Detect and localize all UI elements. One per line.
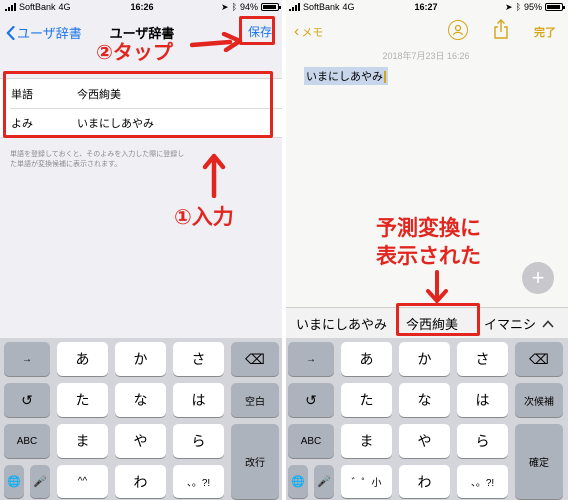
back-button-label: メモ (301, 27, 324, 39)
delete-key[interactable]: ⌫ (231, 342, 279, 376)
key-na[interactable]: な (115, 383, 166, 417)
word-label: 単語 (11, 88, 33, 101)
key-ha[interactable]: は (457, 383, 508, 417)
mic-key[interactable]: 🎤 (30, 465, 50, 498)
key-ra[interactable]: ら (457, 424, 508, 458)
key-emoticon[interactable]: ^^ (57, 465, 108, 498)
globe-key[interactable]: 🌐 (4, 465, 24, 498)
space-key[interactable]: 空白 (231, 383, 279, 417)
key-a[interactable]: あ (57, 342, 108, 376)
prediction-candidate-1[interactable]: いまにしあやみ (296, 308, 387, 339)
add-button[interactable]: + (522, 262, 554, 294)
key-undo[interactable]: ↺ (288, 383, 334, 417)
note-date: 2018年7月23日 16:26 (382, 51, 470, 61)
arrow-down-icon (426, 270, 448, 303)
add-person-icon[interactable] (448, 20, 468, 40)
key-arrow-right[interactable]: → (4, 342, 50, 376)
key-punctuation[interactable]: 、。?! (173, 465, 224, 498)
delete-key[interactable]: ⌫ (515, 342, 563, 376)
keyboard: → あ か さ ⌫ ↺ た な は 空白 ABC ま や ら 改行 🌐 🎤 ^^… (0, 338, 284, 500)
reading-field[interactable]: いまにしあやみ (77, 115, 284, 131)
form-row-word[interactable]: 単語 今西絢美 (0, 79, 284, 108)
note-text: いまにしあやみ (306, 71, 383, 83)
prediction-candidate-2[interactable]: 今西絢美 (406, 308, 458, 339)
annotation-line1: 予測変換に (376, 217, 481, 240)
word-form: 単語 今西絢美 よみ いまにしあやみ (0, 78, 284, 138)
status-bar: SoftBank 4G 16:26 ➤ ᛒ 94% (0, 0, 284, 14)
confirm-key[interactable]: 確定 (515, 424, 563, 499)
memo-screen: SoftBank 4G 16:27 ➤ ᛒ 95% ‹ メモ 完了 2018年7… (284, 0, 568, 500)
arrow-right-icon (190, 32, 243, 52)
key-sa[interactable]: さ (173, 342, 224, 376)
key-ya[interactable]: や (399, 424, 450, 458)
clock: 16:26 (130, 2, 154, 12)
clock: 16:27 (414, 2, 438, 12)
key-undo[interactable]: ↺ (4, 383, 50, 417)
key-ma[interactable]: ま (57, 424, 108, 458)
keyboard: → あ か さ ⌫ ↺ た な は 次候補 ABC ま や ら 確定 🌐 🎤 ゛… (284, 338, 568, 500)
help-text: 単語を登録しておくと、そのよみを入力した際に登録した単語が変換候補に表示されます… (10, 151, 185, 168)
key-dakuten[interactable]: ゛゜小 (341, 465, 392, 498)
save-button[interactable]: 保存 (246, 22, 274, 41)
key-wa[interactable]: わ (399, 465, 450, 498)
next-candidate-key[interactable]: 次候補 (515, 383, 563, 417)
status-bar: SoftBank 4G 16:27 ➤ ᛒ 95% (284, 0, 568, 14)
key-ta[interactable]: た (341, 383, 392, 417)
annotation-tap: ②タップ (96, 42, 173, 64)
globe-key[interactable]: 🌐 (288, 465, 308, 498)
text-cursor (384, 71, 386, 84)
key-wa[interactable]: わ (115, 465, 166, 498)
annotation-input: ①入力 (174, 206, 234, 229)
mic-key[interactable]: 🎤 (314, 465, 334, 498)
done-button[interactable]: 完了 (534, 24, 556, 40)
key-sa[interactable]: さ (457, 342, 508, 376)
prediction-bar: いまにしあやみ 今西絢美 イマニシ (284, 307, 568, 339)
prediction-divider (478, 314, 479, 334)
key-ma[interactable]: ま (341, 424, 392, 458)
prediction-divider (396, 314, 397, 334)
battery-icon (261, 3, 281, 11)
key-a[interactable]: あ (341, 342, 392, 376)
return-key[interactable]: 改行 (231, 424, 279, 499)
word-field[interactable]: 今西絢美 (77, 86, 284, 102)
panel-divider (282, 0, 286, 500)
key-punctuation[interactable]: 、。?! (457, 465, 508, 498)
key-abc[interactable]: ABC (288, 424, 334, 458)
annotation-line2: 表示された (376, 245, 481, 268)
prediction-candidate-3[interactable]: イマニシ (484, 308, 535, 339)
key-ka[interactable]: か (399, 342, 450, 376)
key-ra[interactable]: ら (173, 424, 224, 458)
form-row-reading[interactable]: よみ いまにしあやみ (0, 108, 284, 137)
expand-candidates-button[interactable] (542, 308, 554, 339)
key-abc[interactable]: ABC (4, 424, 50, 458)
battery-icon (545, 3, 565, 11)
chevron-up-icon (542, 319, 554, 328)
key-ha[interactable]: は (173, 383, 224, 417)
reading-label: よみ (11, 117, 33, 130)
key-ka[interactable]: か (115, 342, 166, 376)
key-arrow-right[interactable]: → (288, 342, 334, 376)
key-ya[interactable]: や (115, 424, 166, 458)
arrow-up-icon (202, 153, 226, 198)
key-ta[interactable]: た (57, 383, 108, 417)
note-body[interactable]: いまにしあやみ (304, 67, 388, 85)
user-dictionary-screen: SoftBank 4G 16:26 ➤ ᛒ 94% ユーザ辞書 ユーザ辞書 保存… (0, 0, 284, 500)
chevron-left-icon: ‹ (294, 23, 300, 40)
back-button[interactable]: ‹ メモ (294, 24, 323, 40)
key-na[interactable]: な (399, 383, 450, 417)
share-icon[interactable] (493, 19, 509, 39)
